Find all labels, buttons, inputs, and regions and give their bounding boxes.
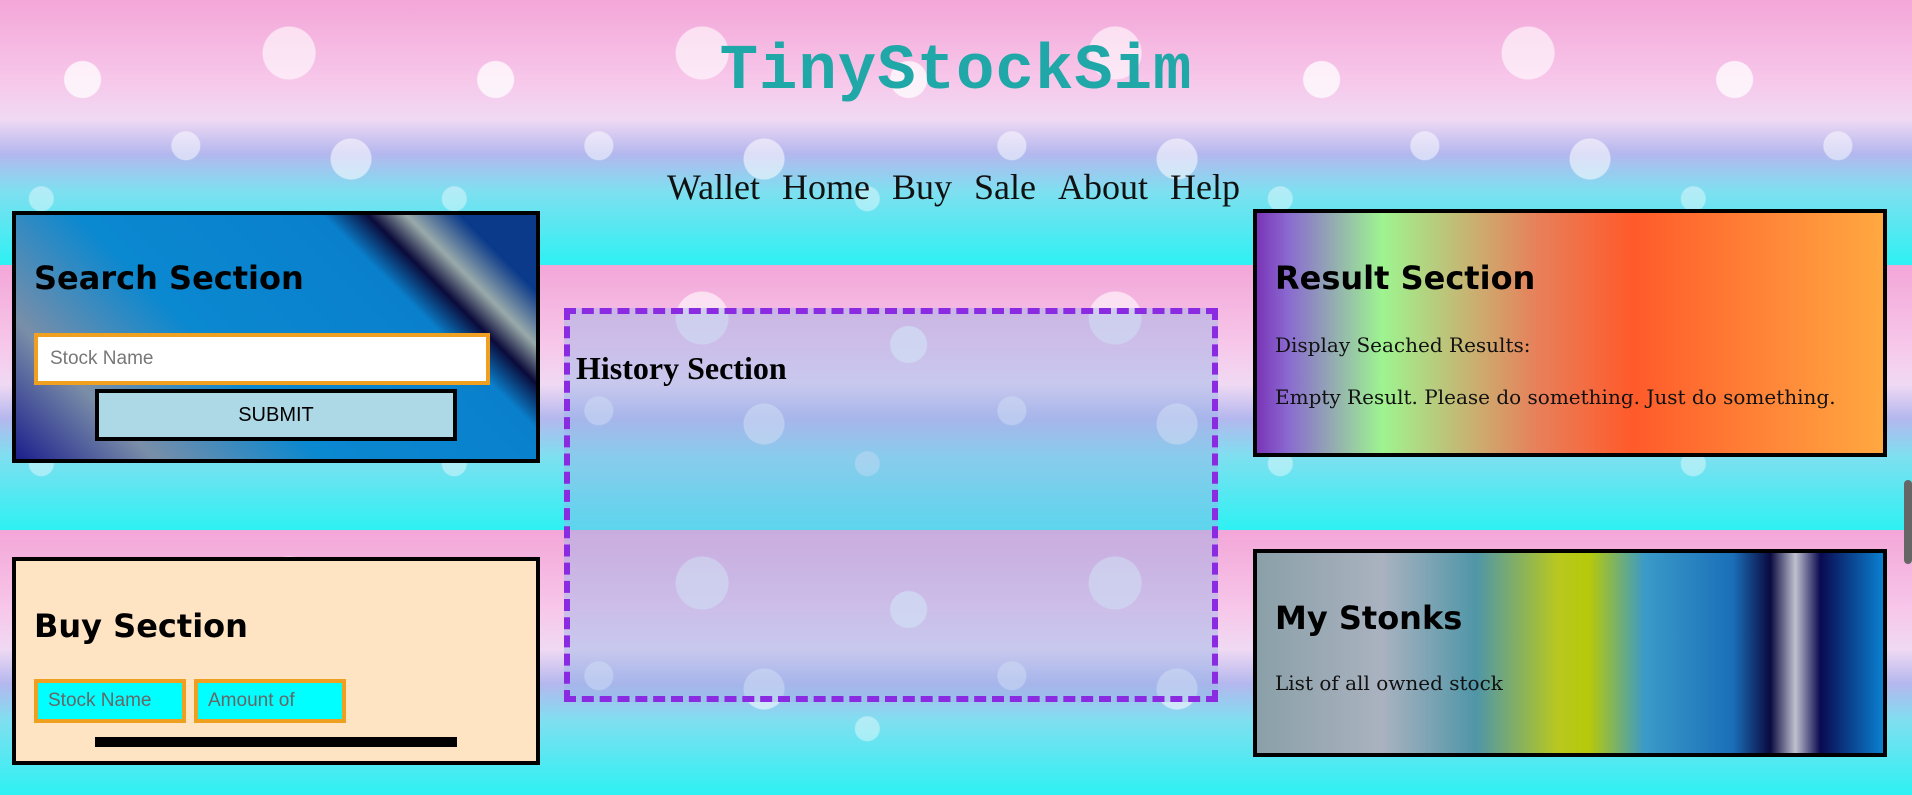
search-section: Search Section SUBMIT bbox=[12, 211, 540, 463]
buy-stock-input[interactable] bbox=[34, 679, 186, 723]
buy-section-title: Buy Section bbox=[34, 607, 248, 645]
my-stonks-title: My Stonks bbox=[1275, 599, 1463, 637]
app-title: TinyStockSim bbox=[719, 36, 1193, 108]
my-stonks-section: My Stonks List of all owned stock bbox=[1253, 549, 1887, 757]
nav-sale[interactable]: Sale bbox=[974, 166, 1036, 208]
nav-about[interactable]: About bbox=[1058, 166, 1148, 208]
search-stock-input[interactable] bbox=[34, 333, 490, 385]
nav-home[interactable]: Home bbox=[782, 166, 870, 208]
buy-section: Buy Section bbox=[12, 557, 540, 765]
main-nav: Wallet Home Buy Sale About Help bbox=[640, 166, 1240, 208]
history-section-title: History Section bbox=[576, 350, 787, 386]
result-section-title: Result Section bbox=[1275, 259, 1536, 297]
result-label: Display Seached Results: bbox=[1275, 333, 1531, 357]
my-stonks-description: List of all owned stock bbox=[1275, 671, 1503, 695]
result-section: Result Section Display Seached Results: … bbox=[1253, 209, 1887, 457]
buy-amount-input[interactable] bbox=[194, 679, 346, 723]
buy-button[interactable] bbox=[95, 737, 457, 747]
result-message: Empty Result. Please do something. Just … bbox=[1275, 385, 1836, 409]
history-section: History Section bbox=[564, 308, 1218, 702]
nav-wallet[interactable]: Wallet bbox=[667, 166, 760, 208]
search-section-title: Search Section bbox=[34, 259, 304, 297]
submit-button[interactable]: SUBMIT bbox=[95, 389, 457, 441]
nav-help[interactable]: Help bbox=[1170, 166, 1240, 208]
scrollbar-thumb[interactable] bbox=[1904, 480, 1912, 564]
nav-buy[interactable]: Buy bbox=[892, 166, 952, 208]
